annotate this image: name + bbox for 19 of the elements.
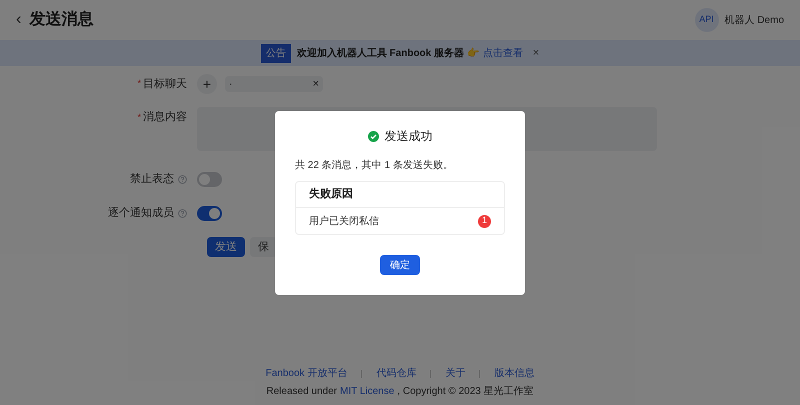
page-title: 发送消息 [29,10,94,30]
field-label: 消息内容 [143,110,187,125]
notice-tag: 公告 [260,44,291,62]
user-name: 机器人 Demo [724,14,784,28]
chip-text: · [229,78,232,92]
field-label: 目标聊天 [143,76,187,92]
dialog-title: 发送成功 [384,128,432,145]
field-label: 逐个通知成员 [108,206,174,221]
copyright-text: , Copyright © 2023 星光工作室 [397,384,534,399]
table-header: 失败原因 [296,182,504,208]
dialog-summary: 共 22 条消息，其中 1 条发送失败。 [295,158,454,173]
avatar: API [694,8,719,32]
copyright-text: Released under [266,385,337,399]
notice-text: 欢迎加入机器人工具 Fanbook 服务器 👉 [296,46,479,60]
required-mark: * [137,77,141,90]
required-mark: * [137,110,141,124]
field-label: 禁止表态 [130,172,174,187]
count-badge: 1 [478,214,491,228]
table-cell-text: 用户已关闭私信 [309,214,379,228]
